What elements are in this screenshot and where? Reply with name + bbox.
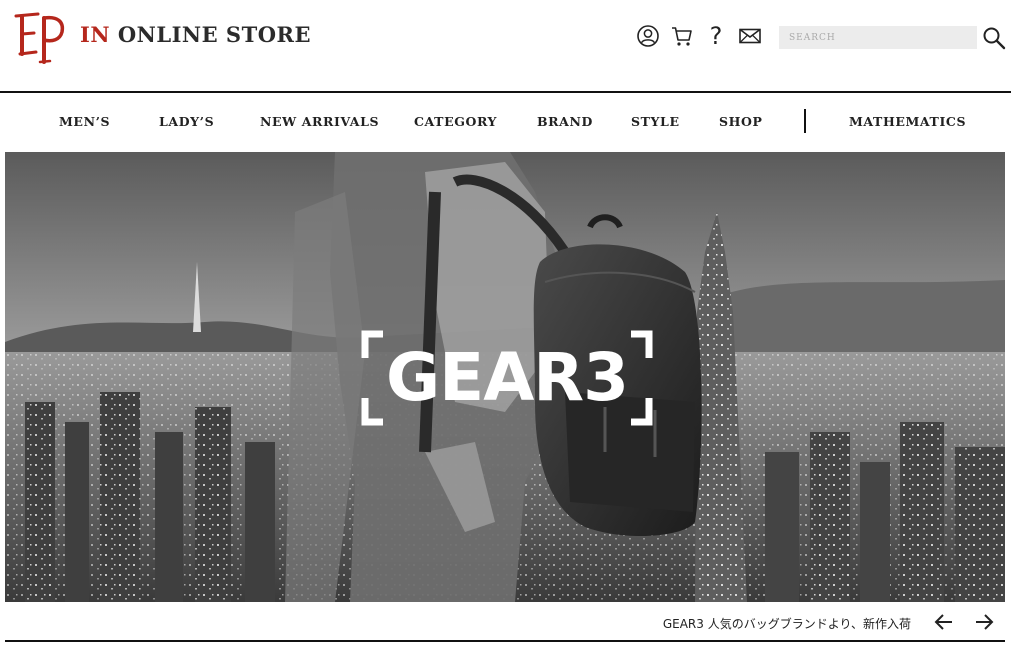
hero-image: [5, 152, 1005, 602]
slide-caption[interactable]: GEAR3 人気のバッグブランドより、新作入荷: [663, 615, 911, 632]
nav-brand[interactable]: BRAND: [537, 114, 593, 129]
nav-shop[interactable]: SHOP: [719, 114, 763, 129]
store-logo[interactable]: [10, 6, 70, 66]
search-input[interactable]: [779, 26, 977, 49]
nav-mens[interactable]: MEN’S: [59, 114, 110, 129]
store-name-accent: IN: [80, 22, 111, 47]
nav-new-arrivals[interactable]: NEW ARRIVALS: [260, 114, 379, 129]
nav-mathematics[interactable]: MATHEMATICS: [849, 114, 966, 129]
store-name-rest: ONLINE STORE: [110, 22, 311, 47]
hero-banner[interactable]: GEAR3: [5, 152, 1005, 602]
nav-style[interactable]: STYLE: [631, 114, 680, 129]
store-name[interactable]: IN ONLINE STORE: [80, 22, 311, 47]
mail-icon[interactable]: [738, 24, 762, 48]
main-nav: MEN’S LADY’S NEW ARRIVALS CATEGORY BRAND…: [0, 93, 1011, 151]
header-icons: ?: [636, 24, 762, 48]
next-arrow-icon[interactable]: [972, 610, 996, 634]
bottom-divider: [5, 640, 1005, 642]
search-icon[interactable]: [982, 26, 1006, 50]
account-icon[interactable]: [636, 24, 660, 48]
nav-ladys[interactable]: LADY’S: [159, 114, 214, 129]
nav-category[interactable]: CATEGORY: [414, 114, 497, 129]
prev-arrow-icon[interactable]: [932, 610, 956, 634]
cart-icon[interactable]: [670, 24, 694, 48]
help-icon[interactable]: ?: [704, 24, 728, 48]
nav-divider: [804, 109, 806, 133]
site-header: IN ONLINE STORE ?: [0, 0, 1011, 92]
